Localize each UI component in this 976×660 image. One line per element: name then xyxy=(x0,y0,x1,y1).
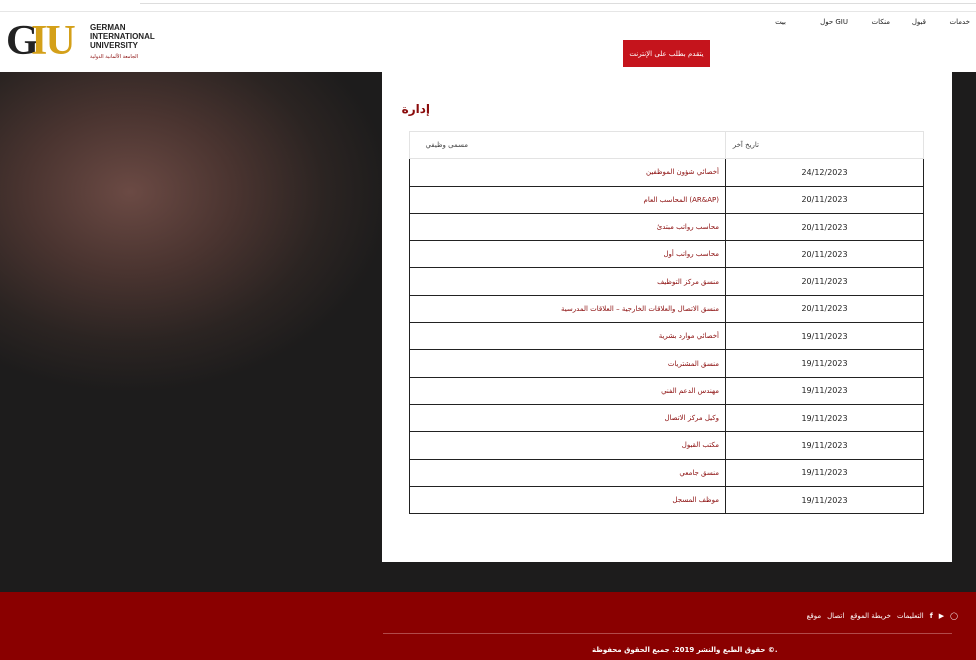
site-header: G IU GERMAN INTERNATIONAL UNIVERSITY الج… xyxy=(0,12,976,72)
job-title-link[interactable]: منسق جامعي xyxy=(679,469,719,477)
footer-link-site[interactable]: موقع xyxy=(807,612,821,620)
job-title-cell: مهندس الدعم الفني xyxy=(409,376,726,405)
logo-line3: UNIVERSITY xyxy=(90,41,139,50)
job-title-link[interactable]: مكتب القبول xyxy=(682,441,719,449)
job-title-link[interactable]: منسق الاتصال والعلاقات الخارجية – العلاق… xyxy=(561,305,719,313)
header-job-title: مسمى وظيفي xyxy=(409,130,726,160)
job-title-cell: محاسب رواتب أول xyxy=(409,240,726,269)
table-row: منسق جامعي 19/11/2023 xyxy=(409,458,924,487)
table-row: وكيل مركز الاتصال 19/11/2023 xyxy=(409,403,924,433)
job-title-link[interactable]: محاسب رواتب أول xyxy=(663,250,719,258)
page-title: إدارة xyxy=(401,102,430,116)
job-date-cell: 24/12/2023 xyxy=(725,158,924,187)
top-strip-line xyxy=(140,3,976,7)
table-row: منسق مركز التوظيف 20/11/2023 xyxy=(409,267,924,296)
job-date-cell: 19/11/2023 xyxy=(725,322,924,351)
job-title-link[interactable]: المحاسب العام (AR&AP) xyxy=(644,196,719,204)
table-row: محاسب رواتب مبتدئ 20/11/2023 xyxy=(409,212,924,242)
job-title-cell: موظف المسجل xyxy=(409,485,726,515)
job-date-cell: 19/11/2023 xyxy=(725,485,924,515)
job-date-cell: 19/11/2023 xyxy=(725,403,924,433)
table-row: محاسب رواتب أول 20/11/2023 xyxy=(409,240,924,269)
job-title-cell: منسق الاتصال والعلاقات الخارجية – العلاق… xyxy=(409,294,726,324)
table-row: أخصائي شؤون الموظفين 24/12/2023 xyxy=(409,158,924,187)
footer-copyright: حقوق الطبع والنشر 2019. جميع الحقوق محفو… xyxy=(592,646,778,654)
job-date-cell: 19/11/2023 xyxy=(725,376,924,405)
job-title-cell: أخصائي موارد بشرية xyxy=(409,322,726,351)
logo-line1: GERMAN xyxy=(90,23,126,32)
job-title-cell: وكيل مركز الاتصال xyxy=(409,403,726,433)
main-nav: خدمات قبول منكات حول GIU بيت xyxy=(770,18,970,32)
job-date-cell: 19/11/2023 xyxy=(725,458,924,487)
table-row: مكتب القبول 19/11/2023 xyxy=(409,431,924,460)
job-title-cell: منسق مركز التوظيف xyxy=(409,267,726,296)
job-title-link[interactable]: أخصائي موارد بشرية xyxy=(659,332,719,340)
table-header-row: مسمى وظيفي تاريخ آخر xyxy=(409,130,924,160)
footer-link-faq[interactable]: التعليمات xyxy=(897,612,924,620)
job-title-link[interactable]: منسق مركز التوظيف xyxy=(657,278,719,286)
footer-links: موقع اتصال خريطة الموقع التعليمات f ▶ ◯ xyxy=(807,612,958,620)
job-date-cell: 20/11/2023 xyxy=(725,267,924,296)
top-strip xyxy=(0,0,976,12)
footer-divider xyxy=(383,633,952,634)
header-date: تاريخ آخر xyxy=(725,130,924,160)
job-title-cell: محاسب رواتب مبتدئ xyxy=(409,212,726,242)
logo-line2: INTERNATIONAL xyxy=(90,32,155,41)
nav-item-home[interactable]: بيت xyxy=(775,18,786,26)
job-title-cell: منسق المشتريات xyxy=(409,349,726,378)
job-date-cell: 19/11/2023 xyxy=(725,431,924,460)
logo-wordmark: GERMAN INTERNATIONAL UNIVERSITY xyxy=(90,23,155,50)
job-date-cell: 20/11/2023 xyxy=(725,294,924,324)
apply-online-button[interactable]: يتقدم بطلب على الإنترنت xyxy=(623,40,710,67)
job-title-link[interactable]: وكيل مركز الاتصال xyxy=(664,414,719,422)
giu-logo[interactable]: G IU GERMAN INTERNATIONAL UNIVERSITY الج… xyxy=(6,18,166,67)
jobs-panel: إدارة مسمى وظيفي تاريخ آخر أخصائي شؤون ا… xyxy=(382,72,952,562)
job-title-link[interactable]: موظف المسجل xyxy=(672,496,719,504)
footer-link-contact[interactable]: اتصال xyxy=(827,612,844,620)
job-date-cell: 19/11/2023 xyxy=(725,349,924,378)
footer-link-sitemap[interactable]: خريطة الموقع xyxy=(850,612,891,620)
job-title-link[interactable]: منسق المشتريات xyxy=(668,360,719,368)
job-date-cell: 20/11/2023 xyxy=(725,185,924,214)
job-title-link[interactable]: محاسب رواتب مبتدئ xyxy=(657,223,719,231)
table-row: المحاسب العام (AR&AP) 20/11/2023 xyxy=(409,185,924,214)
youtube-icon[interactable]: ▶ xyxy=(939,612,944,620)
nav-item-scholarships[interactable]: منكات xyxy=(872,18,890,26)
jobs-table: مسمى وظيفي تاريخ آخر أخصائي شؤون الموظفي… xyxy=(409,130,924,515)
facebook-icon[interactable]: f xyxy=(930,612,933,620)
table-row: موظف المسجل 19/11/2023 xyxy=(409,485,924,515)
job-title-link[interactable]: مهندس الدعم الفني xyxy=(661,387,719,395)
job-title-cell: المحاسب العام (AR&AP) xyxy=(409,185,726,214)
logo-arabic: الجامعة الألمانية الدولية xyxy=(90,54,139,60)
job-date-cell: 20/11/2023 xyxy=(725,212,924,242)
table-row: منسق المشتريات 19/11/2023 xyxy=(409,349,924,378)
site-footer: موقع اتصال خريطة الموقع التعليمات f ▶ ◯ … xyxy=(0,592,976,660)
table-row: مهندس الدعم الفني 19/11/2023 xyxy=(409,376,924,405)
job-title-cell: أخصائي شؤون الموظفين xyxy=(409,158,726,187)
jobs-table-body: أخصائي شؤون الموظفين 24/12/2023 المحاسب ال… xyxy=(409,158,924,515)
logo-mark-iu: IU xyxy=(31,18,76,64)
job-title-cell: منسق جامعي xyxy=(409,458,726,487)
instagram-icon[interactable]: ◯ xyxy=(950,612,958,620)
table-row: منسق الاتصال والعلاقات الخارجية – العلاق… xyxy=(409,294,924,324)
job-date-cell: 20/11/2023 xyxy=(725,240,924,269)
job-title-cell: مكتب القبول xyxy=(409,431,726,460)
nav-item-services[interactable]: خدمات xyxy=(950,18,970,26)
nav-item-about[interactable]: حول GIU xyxy=(820,18,848,26)
nav-item-admission[interactable]: قبول xyxy=(912,18,926,26)
table-row: أخصائي موارد بشرية 19/11/2023 xyxy=(409,322,924,351)
job-title-link[interactable]: أخصائي شؤون الموظفين xyxy=(646,168,719,176)
